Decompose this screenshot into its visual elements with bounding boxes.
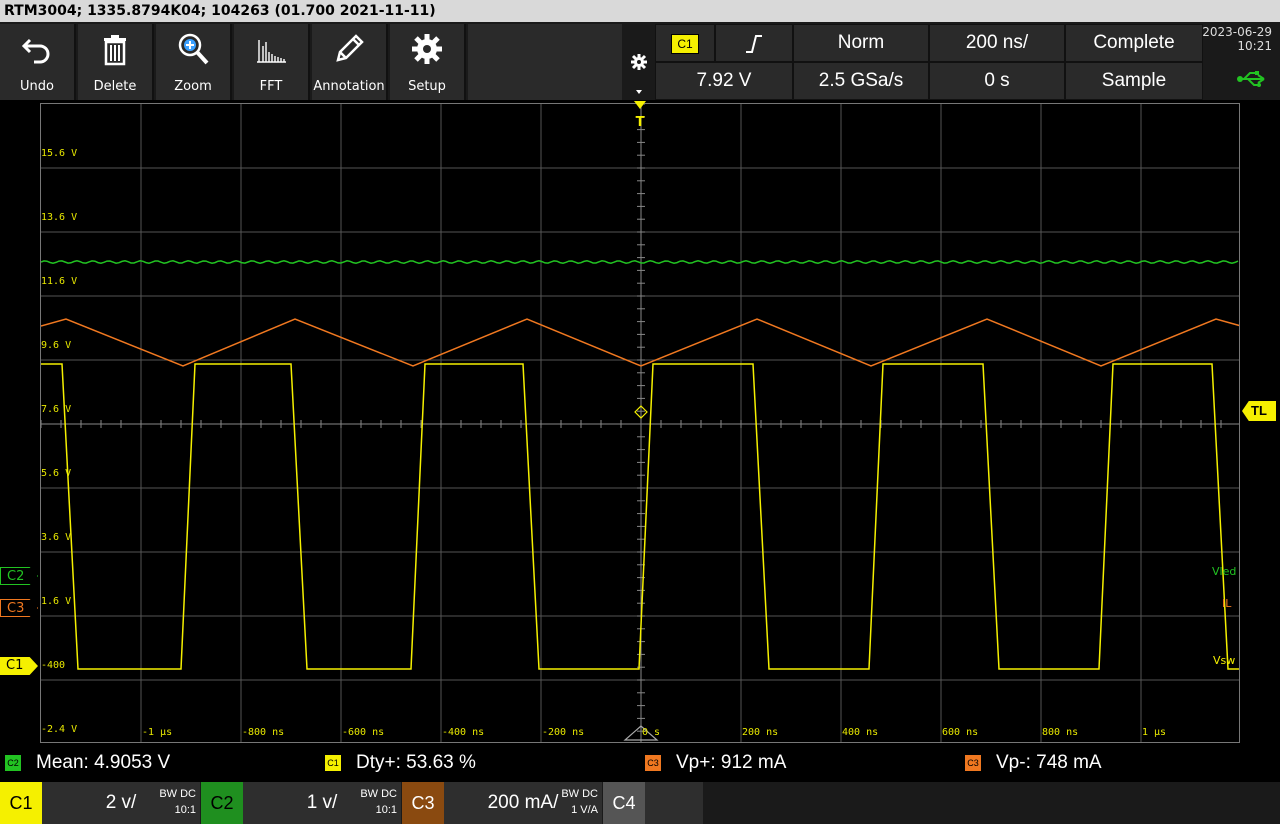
y-tick-label: 7.6 V — [41, 404, 72, 415]
trace-vsw — [41, 363, 1239, 670]
trigger-level-marker[interactable]: TL — [1242, 401, 1276, 421]
waveform-svg — [40, 103, 1242, 742]
sample-rate[interactable]: 2.5 GSa/s — [793, 62, 929, 100]
channel-c3-setting[interactable]: C3 200 mA/ BW DC 1 V/A — [402, 782, 602, 824]
ch-tag: C1 — [0, 782, 42, 824]
x-tick-label: -1 µs — [142, 727, 173, 738]
trigger-mode[interactable]: Norm — [793, 24, 929, 62]
trash-icon — [104, 35, 126, 66]
annotation-button[interactable]: Annotation — [312, 24, 388, 100]
x-tick-label: 200 ns — [742, 727, 779, 738]
trigger-level[interactable]: 7.92 V — [655, 62, 793, 100]
time: 10:21 — [1237, 39, 1272, 53]
ch-tag: C4 — [603, 782, 645, 824]
y-tick-label: -2.4 V — [41, 724, 78, 735]
channel-c2-setting[interactable]: C2 1 v/ BW DC 10:1 — [201, 782, 401, 824]
trace-il — [40, 318, 1242, 367]
ch-coupling: BW DC 10:1 — [360, 788, 397, 816]
c2-offset-tag[interactable]: C2 — [0, 567, 38, 585]
meas-text: Mean: 4.9053 V — [36, 752, 171, 773]
setup-button[interactable]: Setup — [390, 24, 466, 100]
meas-text: Vp-: 748 mA — [996, 752, 1102, 773]
trigger-t-text: T — [636, 115, 645, 129]
ch-tag: C2 — [201, 782, 243, 824]
x-tick-label: 0 s — [642, 727, 661, 738]
horizontal-position[interactable]: 0 s — [929, 62, 1065, 100]
pencil-icon — [336, 34, 364, 62]
meas-ch-badge: C3 — [964, 753, 982, 772]
x-tick-label: 600 ns — [942, 727, 979, 738]
trigger-source-badge: C1 — [671, 34, 699, 54]
measurement-vp-minus[interactable]: C3 Vp-: 748 mA — [964, 752, 1102, 774]
trigger-source[interactable]: C1 — [655, 24, 715, 62]
x-tick-label: -200 ns — [542, 727, 585, 738]
measurement-duty[interactable]: C1 Dty+: 53.63 % — [324, 752, 476, 774]
waveform-display[interactable] — [40, 103, 1242, 743]
zoom-label: Zoom — [174, 79, 212, 94]
trace-label-vled: Vled — [1212, 565, 1237, 578]
setup-label: Setup — [408, 79, 446, 94]
meas-text: Dty+: 53.63 % — [356, 752, 476, 773]
meas-ch-badge: C1 — [324, 753, 342, 772]
y-tick-label: 11.6 V — [41, 276, 78, 287]
window-title: RTM3004; 1335.8794K04; 104263 (01.700 20… — [0, 0, 1280, 22]
x-tick-label: -600 ns — [342, 727, 385, 738]
y-tick-label: 15.6 V — [41, 148, 78, 159]
fft-button[interactable]: FFT — [234, 24, 310, 100]
trace-label-il: IL — [1222, 597, 1232, 610]
fft-label: FFT — [259, 79, 283, 94]
ch-tag: C3 — [402, 782, 444, 824]
measurement-mean[interactable]: C2 Mean: 4.9053 V — [4, 752, 170, 774]
x-tick-label: 1 µs — [1142, 727, 1167, 738]
settings-small-gear-icon[interactable] — [624, 50, 654, 100]
delete-button[interactable]: Delete — [78, 24, 154, 100]
meas-ch-badge: C2 — [4, 753, 22, 772]
datetime: 2023-06-29 10:21 — [1202, 25, 1272, 53]
c3-offset-tag[interactable]: C3 — [0, 599, 38, 617]
annotation-label: Annotation — [313, 79, 385, 94]
y-tick-label: 9.6 V — [41, 340, 72, 351]
x-tick-label: -800 ns — [242, 727, 285, 738]
date: 2023-06-29 — [1202, 25, 1272, 39]
undo-label: Undo — [20, 79, 54, 94]
trigger-position-marker[interactable]: T — [632, 101, 648, 129]
undo-icon — [21, 38, 50, 64]
trigger-slope[interactable] — [715, 24, 793, 62]
x-tick-label: -400 ns — [442, 727, 485, 738]
acq-status[interactable]: Complete — [1065, 24, 1203, 62]
x-tick-label: 400 ns — [842, 727, 879, 738]
y-tick-label: 1.6 V — [41, 596, 72, 607]
trace-label-vsw: Vsw — [1213, 654, 1236, 667]
rising-edge-icon — [746, 35, 762, 53]
y-tick-label: 13.6 V — [41, 212, 78, 223]
ch-coupling: BW DC 1 V/A — [561, 788, 598, 816]
timebase[interactable]: 200 ns/ — [929, 24, 1065, 62]
meas-ch-badge: C3 — [644, 753, 662, 772]
c1-offset-tag[interactable]: C1 — [0, 657, 38, 675]
gear-icon — [412, 34, 442, 64]
measurement-vp-plus[interactable]: C3 Vp+: 912 mA — [644, 752, 786, 774]
delete-label: Delete — [93, 79, 137, 94]
usb-icon — [1237, 71, 1265, 87]
trace-vled — [40, 260, 1239, 264]
y-tick-label: 5.6 V — [41, 468, 72, 479]
zoom-icon — [178, 33, 209, 65]
toolbar-empty-slot — [468, 24, 622, 100]
meas-text: Vp+: 912 mA — [676, 752, 787, 773]
zoom-button[interactable]: Zoom — [156, 24, 232, 100]
x-tick-label: 800 ns — [1042, 727, 1079, 738]
y-tick-label: -400 — [41, 660, 66, 671]
y-tick-label: 3.6 V — [41, 532, 72, 543]
undo-button[interactable]: Undo — [0, 24, 76, 100]
channel-c4-setting[interactable]: C4 — [603, 782, 703, 824]
channel-c1-setting[interactable]: C1 2 v/ BW DC 10:1 — [0, 782, 200, 824]
ch-scale — [645, 782, 703, 824]
fft-icon — [257, 40, 286, 63]
acq-mode[interactable]: Sample — [1065, 62, 1203, 100]
ch-coupling: BW DC 10:1 — [159, 788, 196, 816]
